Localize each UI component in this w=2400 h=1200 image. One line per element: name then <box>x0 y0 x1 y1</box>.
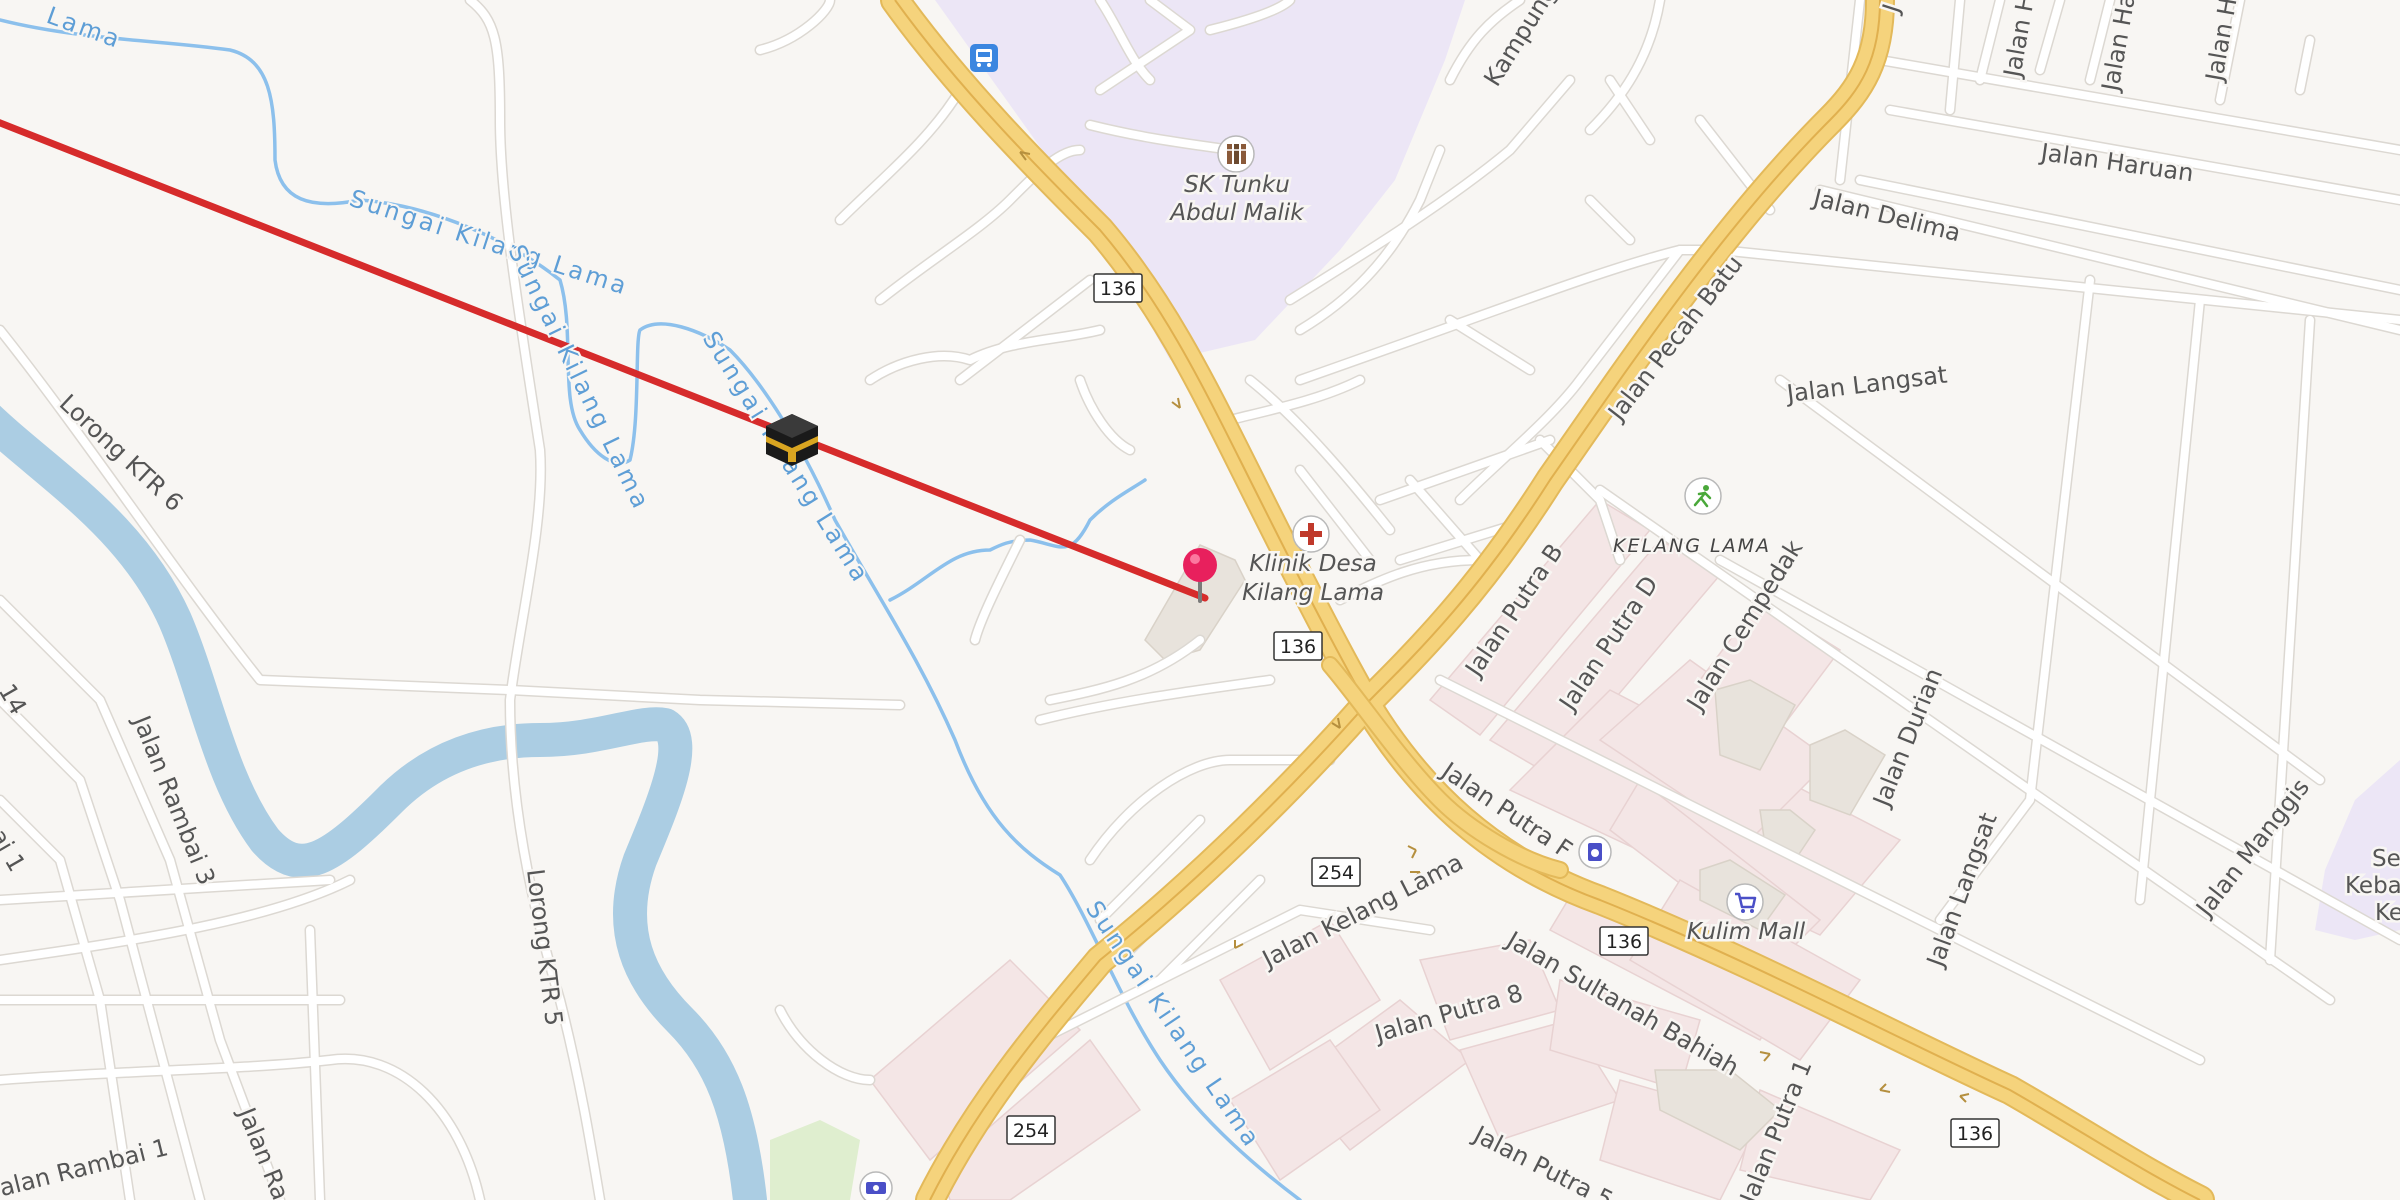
svg-text:136: 136 <box>1957 1123 1993 1145</box>
route-shield-254: 254 <box>1006 1115 1056 1145</box>
poi-label-se: Se <box>2372 846 2400 872</box>
route-shield-136: 136 <box>1093 273 1143 303</box>
sports-icon[interactable] <box>1684 477 1722 515</box>
svg-text:136: 136 <box>1606 931 1642 953</box>
school-icon[interactable] <box>1217 135 1255 173</box>
svg-text:254: 254 <box>1318 862 1354 884</box>
route-shield-136: 136 <box>1273 631 1323 661</box>
poi-label-school: SK Tunku <box>1184 172 1290 198</box>
medical-cross-icon[interactable] <box>1292 515 1330 553</box>
atm-icon[interactable] <box>1578 835 1612 869</box>
route-shield-136: 136 <box>1950 1118 2000 1148</box>
poi-label-clinic: Klinik Desa <box>1249 551 1376 577</box>
poi-label-school: Abdul Malik <box>1168 200 1305 226</box>
poi-label-mall: Kulim Mall <box>1687 919 1806 945</box>
money-icon[interactable] <box>859 1171 893 1200</box>
area-label: KELANG LAMA <box>1613 535 1771 557</box>
svg-text:254: 254 <box>1013 1120 1049 1142</box>
route-shield-254: 254 <box>1311 857 1361 887</box>
route-shield-136: 136 <box>1599 926 1649 956</box>
poi-label-clinic: Kilang Lama <box>1242 580 1384 606</box>
svg-text:136: 136 <box>1280 636 1316 658</box>
bus-stop-icon[interactable] <box>970 44 998 72</box>
map-canvas[interactable]: Lama Sungai Kilang Lama Sungai Kilang La… <box>0 0 2400 1200</box>
poi-label-se: Ke <box>2375 900 2400 926</box>
shopping-cart-icon[interactable] <box>1726 883 1764 921</box>
svg-text:136: 136 <box>1100 278 1136 300</box>
poi-label-se: Kebar <box>2345 873 2400 899</box>
